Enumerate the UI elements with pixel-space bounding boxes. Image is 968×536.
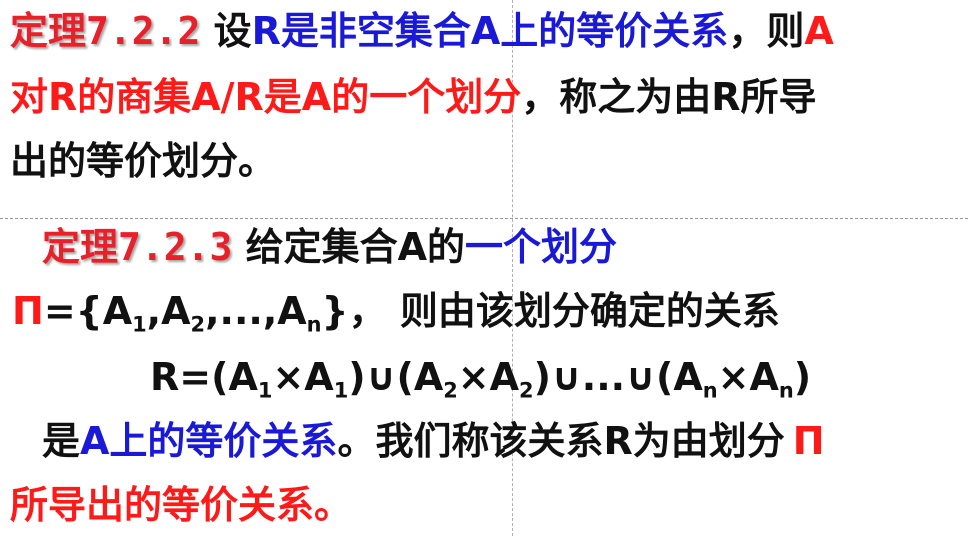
subscript: 1 [333, 378, 349, 403]
text-segment: 出的等价划分。 [10, 139, 277, 183]
formula-part: ×A [717, 355, 779, 399]
text-segment: ,...,A [205, 289, 307, 333]
theorem-722-line-3: 出的等价划分。 [10, 142, 276, 180]
pi-symbol: Π [792, 419, 825, 463]
formula-part: ×A [457, 355, 520, 399]
relation-formula: R=(A1×A1)∪(A2×A2)∪...∪(An×An) [150, 355, 812, 401]
theorem-722-line-2: 对R的商集A/R是A的一个划分，称之为由R所导 [10, 78, 817, 116]
subscript: n [778, 378, 794, 403]
formula-part: )∪(A [348, 355, 444, 399]
formula-part: )∪...∪(A [533, 355, 703, 399]
subscript: 2 [443, 378, 458, 403]
formula-part: ×A [272, 355, 334, 399]
pi-symbol: Π [12, 289, 44, 333]
theorem-723-line-4: 是A上的等价关系。我们称该关系R为由划分 Π [42, 422, 825, 460]
text-segment: ，则 [728, 9, 805, 53]
text-segment: 。我们称该关系R为由划分 [337, 419, 785, 463]
theorem-722-line-1: 定理7.2.2 设R是非空集合A上的等价关系，则A [10, 12, 834, 50]
subscript: 1 [257, 378, 273, 403]
induced-relation-phrase: 所导出的等价关系。 [10, 483, 353, 527]
equivalence-relation-phrase: A上的等价关系 [80, 419, 338, 463]
subscript: 2 [519, 378, 534, 403]
subscript: n [702, 378, 718, 403]
slide: 定理7.2.2 设R是非空集合A上的等价关系，则A 对R的商集A/R是A的一个划… [0, 0, 968, 536]
theorem-723-line-5: 所导出的等价关系。 [10, 486, 352, 524]
text-segment: 设 [213, 9, 252, 53]
quotient-set-phrase: 对R的商集A/R是A的一个划分 [10, 75, 522, 119]
equivalence-relation-phrase: R是非空集合A上的等价关系 [251, 9, 729, 53]
text-segment: ,A [146, 289, 191, 333]
theorem-723-line-1: 定理7.2.3 给定集合A的一个划分 [42, 228, 617, 266]
text-segment: 给定集合A的 [245, 225, 466, 269]
horizontal-guide-line [0, 218, 968, 219]
theorem-723-line-2: Π={A1,A2,...,An}， 则由该划分确定的关系 [12, 289, 780, 335]
text-segment: ={A [43, 289, 133, 333]
theorem-723-title: 定理7.2.3 [42, 225, 233, 269]
text-segment: ，称之为由R所导 [521, 75, 817, 119]
subscript: 2 [190, 312, 206, 337]
subscript: 1 [132, 312, 147, 337]
partition-phrase: 一个划分 [465, 225, 618, 269]
subscript: n [306, 312, 322, 337]
formula-part: R=(A [150, 355, 258, 399]
text-segment: 是 [42, 419, 81, 463]
text-segment: }， 则由该划分确定的关系 [321, 289, 780, 333]
formula-part: ) [793, 355, 812, 399]
text-segment: A [804, 9, 834, 53]
theorem-722-title: 定理7.2.2 [10, 9, 201, 53]
